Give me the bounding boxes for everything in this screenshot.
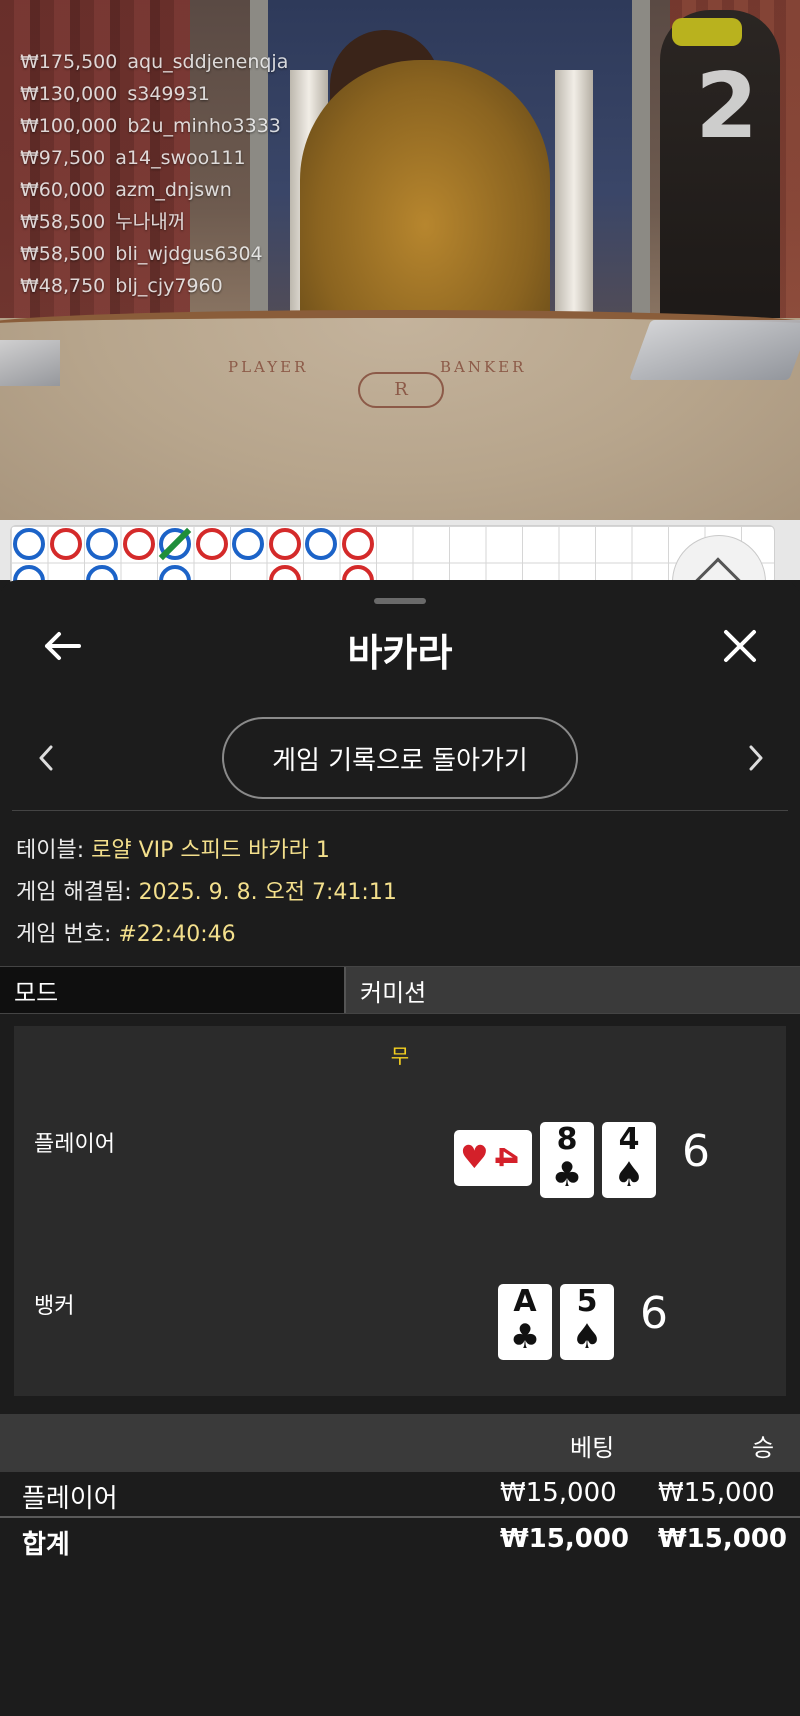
total-win: ₩15,000 <box>658 1524 788 1554</box>
leaderboard-row: ₩58,500 bli_wjdgus6304 <box>20 238 288 270</box>
card-suit: ♣ <box>509 1317 541 1357</box>
card-rank: 4 <box>618 1122 640 1157</box>
card-shoe <box>629 320 800 380</box>
leaderboard-amount: ₩97,500 <box>20 147 106 169</box>
round-number: 2 <box>695 54 758 159</box>
leaderboard-row: ₩58,500 누나내꺼 <box>20 206 288 238</box>
card-suit: ♠ <box>571 1317 603 1357</box>
resolved-value: 2025. 9. 8. 오전 7:41:11 <box>138 880 397 905</box>
leaderboard-amount: ₩175,500 <box>20 51 118 73</box>
table-label: 테이블: <box>16 838 92 863</box>
leaderboard-user: a14_swoo111 <box>115 147 246 169</box>
road-bead-player <box>232 528 264 560</box>
player-card-1: 8 ♣ <box>540 1122 594 1198</box>
tab-commission[interactable]: 커미션 <box>346 967 800 1013</box>
banker-score: 6 <box>640 1288 668 1339</box>
leaderboard-amount: ₩60,000 <box>20 179 106 201</box>
bet-amount: ₩15,000 <box>500 1478 617 1508</box>
resolved-label: 게임 해결됨: <box>16 880 139 905</box>
previous-game-button[interactable] <box>28 738 64 778</box>
road-bead-banker <box>122 528 155 560</box>
player-score: 6 <box>682 1126 710 1177</box>
leaderboard-row: ₩97,500 a14_swoo111 <box>20 142 288 174</box>
road-bead-banker <box>49 528 82 560</box>
outcome-label: 무 <box>390 1044 410 1068</box>
road-bead-banker <box>195 528 228 560</box>
leaderboard-user: bli_wjdgus6304 <box>115 243 263 265</box>
leaderboard-row: ₩60,000 azm_dnjswn <box>20 174 288 206</box>
player-label: 플레이어 <box>34 1132 115 1157</box>
live-video-stream: PLAYER BANKER R ₩175,500 aqu_sddjenenqja … <box>0 0 800 520</box>
table-row: 플레이어 ₩15,000 ₩15,000 <box>0 1472 800 1516</box>
discard-tray <box>0 340 60 386</box>
road-bead-player <box>305 528 337 560</box>
tab-mode[interactable]: 모드 <box>0 967 346 1013</box>
banker-label: 뱅커 <box>34 1294 75 1319</box>
pillar-right <box>555 70 593 320</box>
leaderboard-row: ₩48,750 blj_cjy7960 <box>20 270 288 302</box>
felt-logo: R <box>358 372 444 408</box>
player-card-3-sideways: ♥ 4 <box>454 1130 532 1186</box>
leaderboard-amount: ₩130,000 <box>20 83 118 105</box>
close-icon <box>724 630 756 662</box>
bead-road[interactable] <box>10 525 775 597</box>
column-win: 승 <box>752 1434 775 1462</box>
leaderboard-amount: ₩58,500 <box>20 243 106 265</box>
game-number-value: #22:40:46 <box>118 922 236 947</box>
chevron-right-icon <box>749 745 763 771</box>
bets-table-header: 베팅 승 <box>0 1414 800 1472</box>
card-suit: ♠ <box>613 1155 645 1195</box>
table-info: 테이블: 로얄 VIP 스피드 바카라 1 <box>16 832 330 864</box>
resolved-info: 게임 해결됨: 2025. 9. 8. 오전 7:41:11 <box>16 874 397 906</box>
game-number-info: 게임 번호: #22:40:46 <box>16 916 236 948</box>
road-bead-player <box>86 528 118 560</box>
banker-card-1: A ♣ <box>498 1284 552 1360</box>
bet-name: 플레이어 <box>22 1484 118 1514</box>
back-to-history-button[interactable]: 게임 기록으로 돌아가기 <box>222 717 578 799</box>
sheet-drag-handle[interactable] <box>374 598 426 604</box>
leaderboard-user: s349931 <box>127 83 210 105</box>
total-bet: ₩15,000 <box>500 1524 630 1554</box>
divider <box>12 810 788 811</box>
card-suit: ♥ <box>460 1138 489 1176</box>
leaderboard-row: ₩130,000 s349931 <box>20 78 288 110</box>
total-label: 합계 <box>22 1530 70 1560</box>
leaderboard-amount: ₩100,000 <box>20 115 118 137</box>
bet-leaderboard: ₩175,500 aqu_sddjenenqja ₩130,000 s349931 … <box>20 46 288 302</box>
card-rank: 8 <box>556 1122 578 1157</box>
win-amount: ₩15,000 <box>658 1478 775 1508</box>
card-rank: 4 <box>487 1146 523 1168</box>
close-button[interactable] <box>718 624 762 668</box>
banker-card-2: 5 ♠ <box>560 1284 614 1360</box>
leaderboard-amount: ₩48,750 <box>20 275 106 297</box>
leaderboard-user: azm_dnjswn <box>115 179 232 201</box>
leaderboard-amount: ₩58,500 <box>20 211 106 233</box>
second-dealer-collar <box>672 18 742 46</box>
round-result-card: 무 플레이어 ♥ 4 8 ♣ 4 ♠ 6 뱅커 A ♣ 5 ♠ 6 <box>14 1026 786 1396</box>
game-number-label: 게임 번호: <box>16 922 119 947</box>
view-tabs: 모드 커미션 <box>0 966 800 1014</box>
leaderboard-user: blj_cjy7960 <box>115 275 223 297</box>
leaderboard-row: ₩100,000 b2u_minho3333 <box>20 110 288 142</box>
card-suit: ♣ <box>551 1155 583 1195</box>
column-bet: 베팅 <box>570 1434 615 1462</box>
page-title: 바카라 <box>347 631 453 675</box>
player-card-2: 4 ♠ <box>602 1122 656 1198</box>
total-row: 합계 ₩15,000 ₩15,000 <box>0 1518 800 1562</box>
road-bead-banker <box>268 528 301 560</box>
leaderboard-user: aqu_sddjenenqja <box>127 51 289 73</box>
card-rank: A <box>513 1284 537 1319</box>
chevron-left-icon <box>39 745 53 771</box>
table-value: 로얄 VIP 스피드 바카라 1 <box>91 838 330 863</box>
felt-player-label: PLAYER <box>228 358 309 376</box>
felt-banker-label: BANKER <box>440 358 527 376</box>
leaderboard-user: 누나내꺼 <box>115 211 186 233</box>
road-bead-player <box>13 528 45 560</box>
game-history-sheet: 바카라 게임 기록으로 돌아가기 테이블: 로얄 VIP 스피드 바카라 1 게… <box>0 580 800 1716</box>
next-game-button[interactable] <box>738 738 774 778</box>
leaderboard-user: b2u_minho3333 <box>127 115 281 137</box>
leaderboard-row: ₩175,500 aqu_sddjenenqja <box>20 46 288 78</box>
card-rank: 5 <box>576 1284 598 1319</box>
road-bead-banker <box>341 528 374 560</box>
